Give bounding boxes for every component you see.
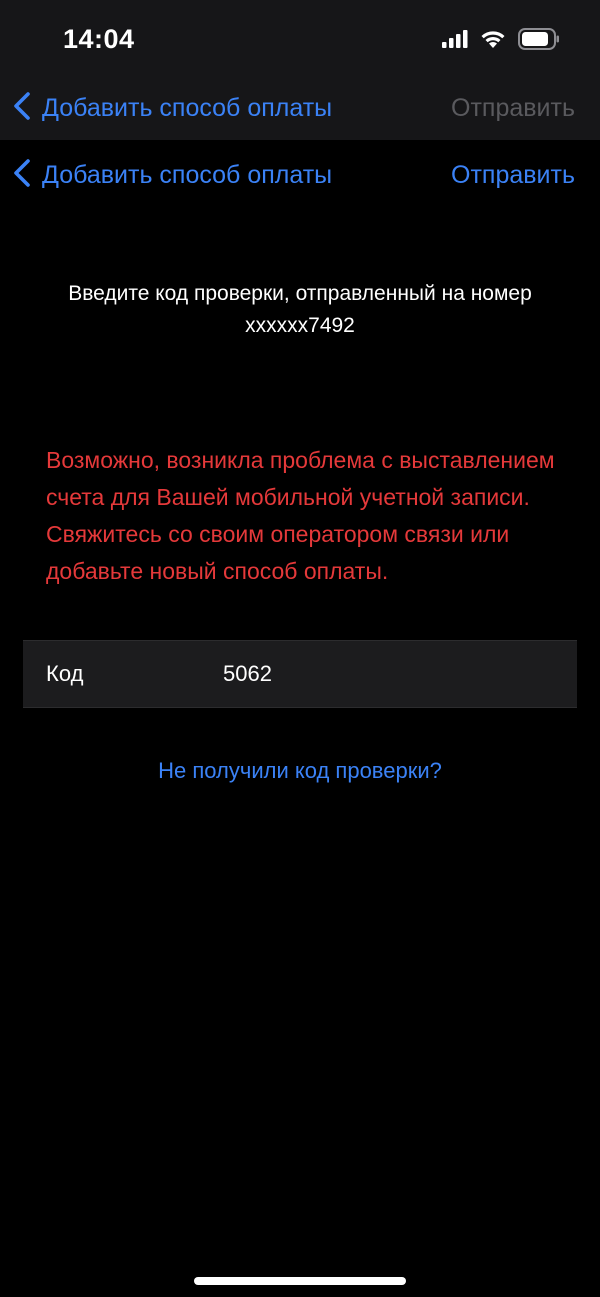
- instruction-text: Введите код проверки, отправленный на но…: [20, 278, 580, 342]
- billing-error-message: Возможно, возникла проблема с выставлени…: [46, 447, 555, 584]
- cellular-signal-icon: [442, 29, 468, 53]
- status-icons: [442, 27, 560, 55]
- back-button-label: Добавить способ оплаты: [42, 93, 333, 122]
- chevron-left-icon: [12, 91, 32, 126]
- chevron-left-icon: [12, 158, 32, 193]
- back-button-underlying[interactable]: Добавить способ оплаты: [12, 91, 332, 126]
- code-input[interactable]: [223, 661, 553, 687]
- code-row: Код: [23, 640, 577, 708]
- back-button-label: Добавить способ оплаты: [42, 160, 333, 189]
- send-button-disabled: Отправить: [451, 93, 575, 122]
- wifi-icon: [480, 29, 506, 54]
- code-label: Код: [46, 661, 84, 686]
- nav-bar-underlying: Добавить способ оплаты Отправить: [0, 76, 600, 140]
- send-button[interactable]: Отправить: [451, 161, 575, 190]
- masked-phone-number: xxxxxx7492: [245, 314, 355, 337]
- status-bar: 14:04: [0, 0, 600, 78]
- nav-bar: Добавить способ оплаты Отправить: [0, 143, 600, 207]
- back-button[interactable]: Добавить способ оплаты: [12, 158, 332, 193]
- status-time: 14:04: [63, 24, 135, 54]
- resend-code-link[interactable]: Не получили код проверки?: [0, 758, 600, 784]
- battery-icon: [518, 27, 560, 55]
- home-indicator[interactable]: [194, 1277, 406, 1285]
- instruction-line: Введите код проверки, отправленный на но…: [68, 282, 532, 305]
